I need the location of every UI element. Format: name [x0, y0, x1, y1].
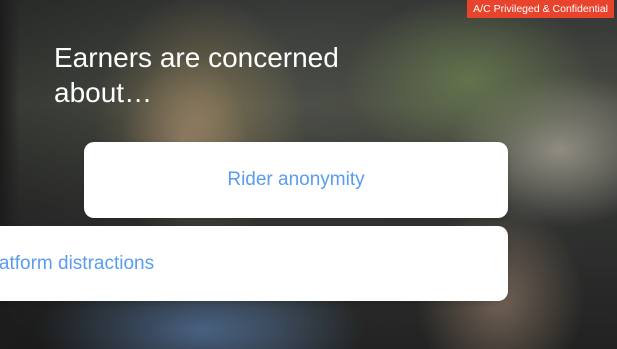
slide-title: Earners are concerned about…	[54, 42, 339, 108]
concern-card-platform-distractions: Platform distractions	[0, 226, 508, 301]
concern-label: Rider anonymity	[227, 169, 365, 190]
confidential-badge: A/C Privileged & Confidential	[467, 0, 614, 18]
concern-card-rider-anonymity: Rider anonymity	[84, 142, 508, 218]
presentation-slide: A/C Privileged & Confidential Earners ar…	[0, 0, 617, 349]
concern-label: Platform distractions	[0, 252, 155, 274]
